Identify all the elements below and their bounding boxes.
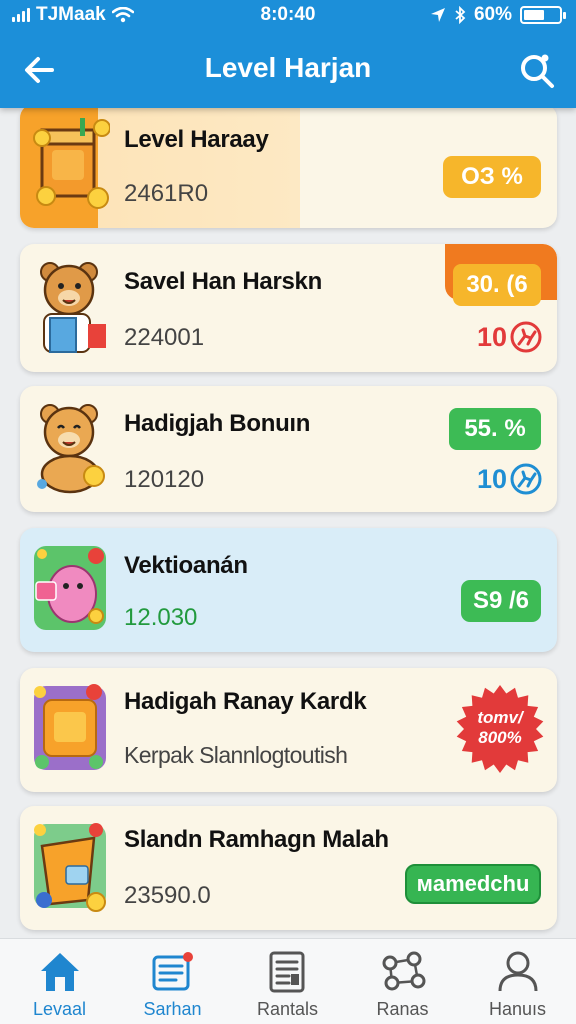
bonus-counter: 10 [477, 320, 543, 354]
bottom-tab-bar: Levaal Sarhan Rantals Ranas Hanuıs [0, 938, 576, 1024]
battery-percent: 60% [473, 4, 512, 25]
battery-level [524, 10, 544, 20]
item-title: Slandn Ramhagn Malah [124, 826, 389, 853]
list-icon [152, 952, 193, 991]
tab-sarhan[interactable]: Sarhan [115, 939, 230, 1024]
item-title: Savel Han Harskn [124, 268, 322, 295]
app-header: TJMaak 8:0:40 60% Level Harjan [0, 0, 576, 108]
bucket-coins-icon [34, 823, 106, 912]
item-value: 224001 [124, 324, 205, 351]
list-item[interactable]: Hadigjah Bonuın 120120 55. % 10 [20, 386, 557, 512]
search-icon[interactable] [514, 48, 558, 92]
bonus-value: 10 [476, 463, 507, 494]
list-item[interactable]: Vektioanán 12.030 S9 /6 [20, 528, 557, 652]
tab-label: Rantals [256, 999, 319, 1019]
bear-shopping-icon [40, 262, 106, 353]
tab-rantals[interactable]: Rantals [230, 939, 345, 1024]
location-icon [430, 8, 445, 22]
nav-bar: Level Harjan [0, 38, 576, 100]
tab-levaal[interactable]: Levaal [2, 939, 117, 1024]
gift-box-icon [34, 684, 106, 770]
tab-ranas[interactable]: Ranas [345, 939, 460, 1024]
percent-badge: 30. (6 [453, 264, 541, 306]
list-item[interactable]: Level Haraay 2461R0 ОЗ % [20, 104, 557, 228]
list-item[interactable]: Savel Han Harskn 224001 30. (6 10 [20, 244, 557, 372]
list-item[interactable]: Hadigah Ranay Kardk Kerpak Slannlogtouti… [20, 668, 557, 792]
percent-badge: ОЗ % [443, 156, 541, 198]
item-title: Vektioanán [124, 552, 248, 579]
item-title: Hadigjah Bonuın [124, 410, 311, 437]
battery-icon [520, 6, 566, 24]
tab-hanuis[interactable]: Hanuıs [460, 939, 575, 1024]
percent-badge: S9 /6 [461, 580, 541, 622]
tab-label: Levaal [32, 999, 87, 1019]
runner-circle-icon [510, 321, 542, 353]
bonus-value: 10 [476, 321, 507, 352]
tab-label: Ranas [376, 999, 429, 1019]
percent-badge: 55. % [449, 408, 541, 450]
bluetooth-icon [455, 6, 466, 24]
page-title: Level Harjan [204, 52, 372, 83]
burst-label: tomv/ 800% [477, 708, 523, 747]
action-pill[interactable]: мamedchu [405, 864, 541, 904]
status-bar: TJMaak 8:0:40 60% [0, 0, 576, 30]
network-icon [382, 951, 426, 991]
item-title: Level Haraay [124, 126, 269, 153]
cup-coins-icon [33, 118, 110, 209]
list-item[interactable]: Slandn Ramhagn Malah 23590.0 мamedchu [20, 806, 557, 930]
document-icon [269, 951, 305, 993]
pink-blob-icon [34, 546, 106, 630]
status-right: 60% [430, 4, 566, 26]
home-icon [41, 953, 79, 991]
tab-label: Sarhan [143, 999, 202, 1019]
item-title: Hadigah Ranay Kardk [124, 688, 367, 715]
item-value: Kerpak Slannlogtoutish [124, 742, 348, 768]
item-value: 23590.0 [124, 882, 211, 909]
discount-burst: tomv/ 800% [455, 684, 545, 774]
bear-coin-icon [37, 404, 105, 494]
item-value: 12.030 [124, 604, 198, 631]
item-value: 120120 [124, 466, 205, 493]
bonus-counter: 10 [477, 462, 543, 496]
runner-circle-icon [510, 463, 542, 495]
user-icon [498, 951, 538, 992]
item-value: 2461R0 [124, 180, 209, 207]
tab-label: Hanuıs [488, 999, 547, 1019]
